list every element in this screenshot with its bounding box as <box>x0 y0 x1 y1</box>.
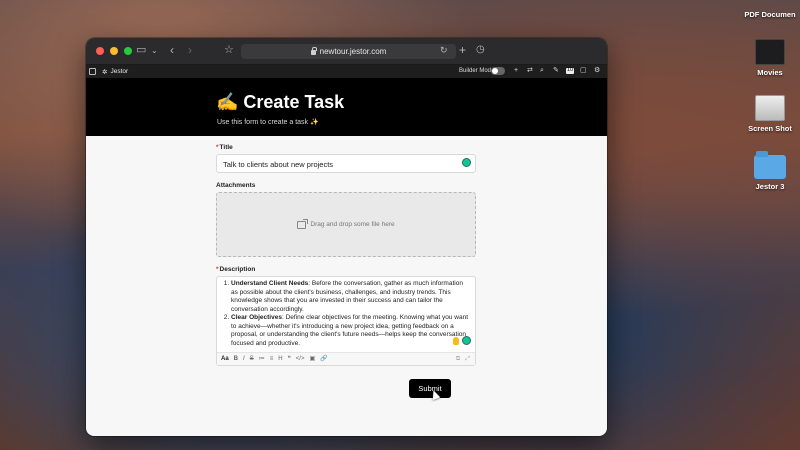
link-icon[interactable]: 🔗 <box>320 356 327 362</box>
search-icon[interactable]: ⌕ <box>540 67 544 74</box>
page-header: ✍️ Create Task Use this form to create a… <box>86 78 607 136</box>
heading-button[interactable]: H <box>278 356 282 362</box>
desktop-item-label: Jestor 3 <box>755 182 785 191</box>
chat-icon[interactable]: ▢ <box>580 67 587 74</box>
image-icon[interactable]: ▣ <box>309 356 315 362</box>
address-bar[interactable]: newtour.jestor.com <box>241 44 456 59</box>
forward-icon[interactable]: › <box>188 44 192 56</box>
desktop-item-jestor-folder[interactable]: Jestor 3 <box>740 151 800 191</box>
browser-window: ▭ ⌄ ‹ › ☆ newtour.jestor.com ↻ + ◷ ✲ Jes… <box>86 38 607 436</box>
new-tab-icon[interactable]: + <box>459 44 466 56</box>
quote-icon[interactable]: ❝ <box>288 356 291 362</box>
browser-titlebar: ▭ ⌄ ‹ › ☆ newtour.jestor.com ↻ + ◷ <box>86 38 607 65</box>
copy-icon[interactable]: ⧉ <box>456 356 460 363</box>
app-name-label: Jestor <box>110 68 129 75</box>
grammarly-icon[interactable] <box>462 158 471 167</box>
desktop-item-movies[interactable]: Movies <box>740 39 800 77</box>
editor-toolbar: Aa B I S ≔ ≡ H ❝ </> ▣ 🔗 ⧉ ⤢ <box>217 352 475 365</box>
strikethrough-button[interactable]: S <box>250 356 254 362</box>
title-input[interactable]: Talk to clients about new projects <box>216 154 476 173</box>
writing-hand-icon: ✍️ <box>216 92 239 112</box>
title-field-group: *Title Talk to clients about new project… <box>216 144 476 173</box>
list-item: Clear Objectives: Define clear objective… <box>231 314 469 348</box>
italic-button[interactable]: I <box>243 356 245 362</box>
ordered-list-icon[interactable]: ≡ <box>270 356 274 362</box>
attachments-label: Attachments <box>216 182 256 189</box>
zoom-window-button[interactable] <box>124 47 132 55</box>
tools-icon[interactable]: ✎ <box>553 67 559 74</box>
reload-icon[interactable]: ↻ <box>440 46 448 55</box>
apps-count-badge[interactable]: 10 <box>566 67 575 74</box>
dropzone-text: Drag and drop some file here <box>310 221 395 228</box>
close-window-button[interactable] <box>96 47 104 55</box>
desktop-item-label: Movies <box>757 68 783 77</box>
description-editor[interactable]: Understand Client Needs: Before the conv… <box>216 276 476 366</box>
url-text: newtour.jestor.com <box>319 47 387 56</box>
editor-right-controls: ⧉ ⤢ <box>456 356 470 363</box>
app-square-icon[interactable] <box>89 68 96 75</box>
star-icon[interactable]: ☆ <box>224 45 234 56</box>
back-icon[interactable]: ‹ <box>170 44 174 56</box>
bold-button[interactable]: B <box>234 356 238 362</box>
movies-thumbnail-icon <box>755 39 785 65</box>
transfer-icon[interactable]: ⇄ <box>527 67 533 74</box>
builder-mode-label: Builder Mode <box>459 68 495 74</box>
gear-badge-icon: ✲ <box>102 68 108 76</box>
description-field-group: *Description Understand Client Needs: Be… <box>216 266 476 366</box>
grammarly-icon[interactable] <box>462 336 471 345</box>
desktop-item-label: Screen Shot <box>748 124 792 133</box>
lightbulb-icon[interactable] <box>453 337 459 345</box>
file-dropzone[interactable]: Drag and drop some file here <box>216 192 476 257</box>
page-subtitle: Use this form to create a task ✨ <box>217 119 319 126</box>
attachments-field-group: Attachments Drag and drop some file here <box>216 182 476 257</box>
sidebar-toggle-icon[interactable]: ▭ <box>136 45 146 56</box>
desktop-item-label: PDF Documen <box>744 10 796 19</box>
builder-mode-toggle[interactable] <box>491 67 505 75</box>
text-style-button[interactable]: Aa <box>221 356 229 362</box>
list-item: Understand Client Needs: Before the conv… <box>231 280 469 314</box>
expand-icon[interactable]: ⤢ <box>465 356 470 363</box>
page-title-text: Create Task <box>243 92 345 112</box>
title-label: *Title <box>216 144 233 151</box>
minimize-window-button[interactable] <box>110 47 118 55</box>
window-controls <box>96 47 132 55</box>
folder-icon <box>754 151 786 179</box>
title-input-value: Talk to clients about new projects <box>223 160 334 169</box>
app-toolbar: ✲ Jestor Builder Mode + ⇄ ⌕ ✎ 10 ▢ ⚙ <box>86 65 607 78</box>
app-name[interactable]: ✲ Jestor <box>102 68 128 76</box>
description-label: *Description <box>216 266 256 273</box>
chevron-down-icon[interactable]: ⌄ <box>151 47 158 55</box>
description-editor-content[interactable]: Understand Client Needs: Before the conv… <box>217 277 475 352</box>
code-icon[interactable]: </> <box>296 356 305 362</box>
upload-image-icon <box>297 218 309 229</box>
history-icon[interactable]: ◷ <box>476 45 485 55</box>
screenshot-thumbnail-icon <box>755 95 785 121</box>
page-title: ✍️ Create Task <box>216 92 344 113</box>
settings-gear-icon[interactable]: ⚙ <box>594 67 600 74</box>
lock-icon <box>310 47 317 55</box>
desktop-item-screenshot[interactable]: Screen Shot <box>740 95 800 133</box>
desktop-item-pdf[interactable]: PDF Documen <box>740 2 800 19</box>
bullet-list-icon[interactable]: ≔ <box>259 356 265 362</box>
add-icon[interactable]: + <box>514 67 518 74</box>
